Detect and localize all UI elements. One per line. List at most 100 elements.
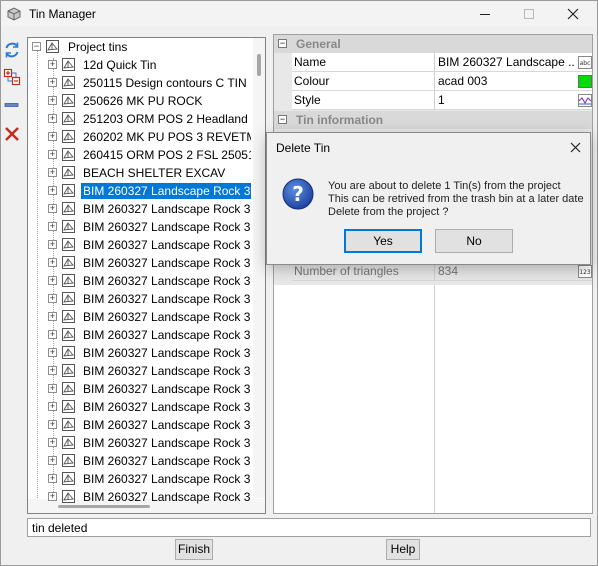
tree-item-label: BIM 260327 Landscape Rock 3: [81, 183, 251, 199]
expand-toggle-icon[interactable]: +: [48, 96, 57, 105]
line-style-icon[interactable]: [578, 94, 592, 107]
expand-toggle-icon[interactable]: +: [48, 420, 57, 429]
tree-item[interactable]: + BIM 260327 Landscape Rock 3: [28, 290, 258, 308]
tree-item[interactable]: + BEACH SHELTER EXCAV: [28, 164, 258, 182]
expand-all-button[interactable]: [3, 68, 21, 86]
tree-item[interactable]: + BIM 260327 Landscape Rock 3: [28, 344, 258, 362]
section-tin-information[interactable]: − Tin information: [274, 111, 592, 129]
tree-item[interactable]: +250626 MK PU ROCK: [28, 92, 258, 110]
tree-item[interactable]: + BIM 260327 Landscape Rock 3: [28, 452, 258, 470]
expand-toggle-icon[interactable]: +: [48, 384, 57, 393]
tin-tree[interactable]: − Project tins +12d Quick Tin +250115 Des…: [27, 37, 266, 514]
tree-item[interactable]: + BIM 260327 Landscape Rock 3: [28, 182, 258, 200]
expand-toggle-icon[interactable]: +: [48, 474, 57, 483]
no-button[interactable]: No: [435, 229, 513, 253]
expand-toggle-icon[interactable]: +: [48, 204, 57, 213]
expand-toggle-icon[interactable]: +: [48, 438, 57, 447]
dialog-close-button[interactable]: [565, 137, 585, 157]
collapse-toggle-icon[interactable]: −: [278, 115, 287, 124]
tree-item-label: BIM 260327 Landscape Rock 3: [83, 328, 251, 342]
property-value[interactable]: acad 003: [438, 74, 574, 88]
section-general[interactable]: − General: [274, 35, 592, 53]
property-row-style[interactable]: Style 1: [292, 91, 592, 110]
collapse-toggle-icon[interactable]: −: [278, 39, 287, 48]
expand-toggle-icon[interactable]: +: [48, 132, 57, 141]
tree-item[interactable]: +250115 Design contours C TIN: [28, 74, 258, 92]
close-window-button[interactable]: [551, 1, 595, 27]
tree-item-label: 250115 Design contours C TIN: [83, 76, 247, 90]
dialog-line: You are about to delete 1 Tin(s) from th…: [328, 180, 561, 192]
expand-toggle-icon[interactable]: +: [48, 114, 57, 123]
tree-item[interactable]: + BIM 260327 Landscape Rock 3: [28, 308, 258, 326]
expand-toggle-icon[interactable]: +: [48, 276, 57, 285]
tree-item-label: BIM 260327 Landscape Rock 3: [83, 472, 251, 486]
tree-item[interactable]: + BIM 260327 Landscape Rock 3: [28, 380, 258, 398]
property-row-colour[interactable]: Colour acad 003: [292, 72, 592, 91]
dialog-title: Delete Tin: [276, 141, 331, 155]
refresh-button[interactable]: [3, 41, 21, 59]
expand-toggle-icon[interactable]: +: [48, 330, 57, 339]
tin-icon: [62, 346, 75, 359]
tree-item[interactable]: + BIM 260327 Landscape Rock 3: [28, 326, 258, 344]
tin-folder-icon: [46, 40, 59, 53]
property-value[interactable]: 1: [438, 93, 574, 107]
tree-item[interactable]: + BIM 260327 Landscape Rock 3: [28, 272, 258, 290]
expand-toggle-icon[interactable]: +: [48, 258, 57, 267]
tin-manager-window: Tin Manager − Project tins + 12d Quick T…: [0, 0, 598, 566]
tree-item[interactable]: + BIM 260327 Landscape Rock 3: [28, 218, 258, 236]
property-value[interactable]: 834: [438, 264, 574, 278]
dialog-message: You are about to delete 1 Tin(s) from th…: [328, 180, 584, 219]
expand-toggle-icon[interactable]: +: [48, 186, 57, 195]
tree-item[interactable]: + BIM 260327 Landscape Rock 3: [28, 470, 258, 488]
tree-item-label: BEACH SHELTER EXCAV: [83, 166, 226, 180]
expand-toggle-icon[interactable]: +: [48, 312, 57, 321]
tree-item[interactable]: + BIM 260327 Landscape Rock 3: [28, 398, 258, 416]
expand-toggle-icon[interactable]: +: [48, 348, 57, 357]
close-icon: [567, 8, 579, 20]
yes-button[interactable]: Yes: [344, 229, 422, 253]
tree-item[interactable]: +260202 MK PU POS 3 REVETMI: [28, 128, 258, 146]
expand-toggle-icon[interactable]: +: [48, 492, 57, 501]
tree-item[interactable]: +12d Quick Tin: [28, 56, 258, 74]
minimize-button[interactable]: [463, 1, 507, 27]
collapse-button[interactable]: [3, 96, 21, 114]
tree-item[interactable]: + BIM 260327 Landscape Rock 3: [28, 488, 258, 506]
expand-toggle-icon[interactable]: +: [48, 60, 57, 69]
expand-toggle-icon[interactable]: +: [48, 402, 57, 411]
expand-toggle-icon[interactable]: +: [48, 240, 57, 249]
tree-item[interactable]: + BIM 260327 Landscape Rock 3: [28, 416, 258, 434]
expand-toggle-icon[interactable]: +: [48, 168, 57, 177]
expand-toggle-icon[interactable]: +: [48, 294, 57, 303]
tin-icon: [62, 166, 75, 179]
tree-item[interactable]: +260415 ORM POS 2 FSL 25051: [28, 146, 258, 164]
help-button[interactable]: Help: [386, 539, 420, 560]
tree-item[interactable]: + BIM 260327 Landscape Rock 3: [28, 254, 258, 272]
tree-item[interactable]: + BIM 260327 Landscape Rock 3: [28, 362, 258, 380]
tree-item[interactable]: + BIM 260327 Landscape Rock 3: [28, 200, 258, 218]
tree-item-label: BIM 260327 Landscape Rock 3: [83, 238, 251, 252]
property-value[interactable]: BIM 260327 Landscape ...: [438, 55, 574, 69]
tree-item[interactable]: + BIM 260327 Landscape Rock 3: [28, 236, 258, 254]
number-123-icon[interactable]: 123: [578, 265, 592, 278]
tin-icon: [62, 400, 75, 413]
expand-toggle-icon[interactable]: +: [48, 222, 57, 231]
svg-text:123: 123: [579, 269, 591, 276]
delete-button[interactable]: [3, 125, 21, 143]
text-abc-icon[interactable]: abc: [578, 56, 592, 69]
tree-root[interactable]: − Project tins: [28, 38, 258, 56]
finish-button[interactable]: Finish: [175, 539, 213, 560]
title-bar[interactable]: Tin Manager: [1, 1, 597, 27]
property-row-name[interactable]: Name BIM 260327 Landscape ... abc: [292, 53, 592, 72]
expand-toggle-icon[interactable]: +: [48, 366, 57, 375]
expand-toggle-icon[interactable]: +: [48, 78, 57, 87]
expand-toggle-icon[interactable]: +: [48, 456, 57, 465]
tree-item-label: 260202 MK PU POS 3 REVETMI: [83, 130, 251, 144]
tree-item-label: 260415 ORM POS 2 FSL 25051: [83, 148, 251, 162]
maximize-button[interactable]: [507, 1, 551, 27]
property-label: Name: [294, 55, 327, 69]
expand-toggle-icon[interactable]: +: [48, 150, 57, 159]
tree-item[interactable]: +251203 ORM POS 2 Headland: [28, 110, 258, 128]
tree-item[interactable]: + BIM 260327 Landscape Rock 3: [28, 434, 258, 452]
collapse-toggle-icon[interactable]: −: [32, 42, 41, 51]
colour-swatch[interactable]: [578, 75, 592, 88]
